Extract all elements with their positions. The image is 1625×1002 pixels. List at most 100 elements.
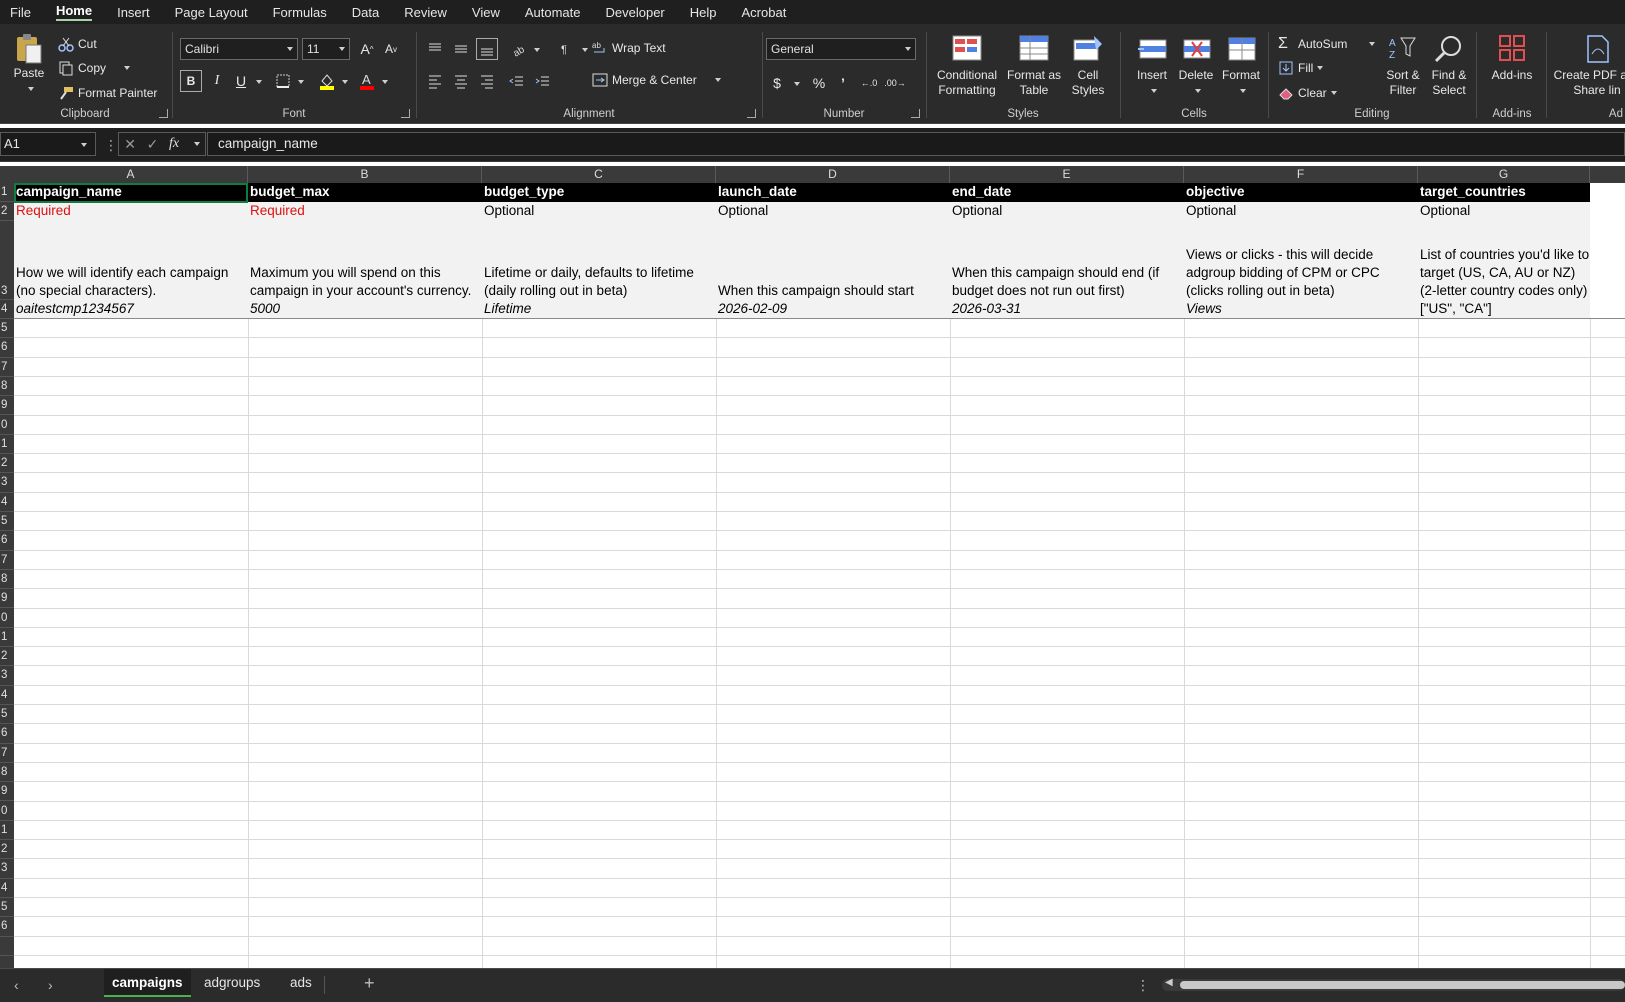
row-header[interactable]: 2 <box>0 647 14 667</box>
cell-c3[interactable]: Lifetime or daily, defaults to lifetime … <box>482 221 716 300</box>
font-color-caret-icon[interactable] <box>382 80 388 84</box>
menu-formulas[interactable]: Formulas <box>273 5 327 20</box>
cell-b4[interactable]: 5000 <box>248 300 482 318</box>
cell-g1[interactable]: target_countries <box>1418 183 1590 201</box>
cell-f2[interactable]: Optional <box>1184 202 1418 220</box>
formula-input[interactable]: campaign_name <box>207 132 1625 156</box>
row-header[interactable]: 9 <box>0 396 14 416</box>
row-header[interactable]: 9 <box>0 782 14 802</box>
bold-button[interactable]: B <box>180 70 202 92</box>
row-header[interactable]: 5 <box>0 319 14 339</box>
cut-button[interactable]: Cut <box>58 36 97 52</box>
row-header[interactable]: 4 <box>0 300 14 319</box>
cell-e1[interactable]: end_date <box>950 183 1184 201</box>
cell-c4[interactable]: Lifetime <box>482 300 716 318</box>
row-header[interactable]: 6 <box>0 338 14 358</box>
cancel-icon[interactable]: ✕ <box>124 136 136 153</box>
autosum-caret-icon[interactable] <box>1369 42 1376 46</box>
row-header[interactable]: 3 <box>0 473 14 493</box>
increase-font-icon[interactable]: A ^ <box>356 38 378 60</box>
cell-a4[interactable]: oaitestcmp1234567 <box>14 300 248 318</box>
select-all-corner[interactable] <box>0 166 14 183</box>
align-left-icon[interactable] <box>424 70 446 92</box>
align-center-icon[interactable] <box>450 70 472 92</box>
currency-icon[interactable]: $ <box>766 72 788 94</box>
sheet-tab-adgroups[interactable]: adgroups <box>196 969 268 997</box>
row-header[interactable]: 0 <box>0 609 14 628</box>
fx-caret-icon[interactable] <box>193 142 200 146</box>
row-header[interactable]: 8 <box>0 570 14 590</box>
row-header[interactable]: 0 <box>0 802 14 821</box>
sheet-tab-ads[interactable]: ads <box>282 969 320 997</box>
wrap-text-button[interactable]: ab Wrap Text <box>592 40 666 56</box>
clear-caret-icon[interactable] <box>1330 91 1337 95</box>
alignment-launcher-icon[interactable] <box>747 109 756 118</box>
autosum-button[interactable]: Σ AutoSum <box>1278 36 1376 52</box>
decrease-indent-icon[interactable] <box>506 70 528 92</box>
fill-color-caret-icon[interactable] <box>342 80 348 84</box>
row-header[interactable]: 2 <box>0 840 14 860</box>
align-bottom-icon[interactable] <box>476 38 498 60</box>
row-header[interactable]: 8 <box>0 763 14 783</box>
column-header-f[interactable]: F <box>1184 166 1418 183</box>
cell-g4[interactable]: ["US", "CA"] <box>1418 300 1590 318</box>
row-header[interactable]: 4 <box>0 493 14 512</box>
more-options-icon[interactable]: ⋮ <box>104 137 118 154</box>
menu-home[interactable]: Home <box>55 3 93 21</box>
delete-cells-button[interactable]: Delete <box>1176 34 1216 98</box>
row-header[interactable] <box>0 937 14 956</box>
sort-filter-button[interactable]: AZ Sort & Filter <box>1382 34 1424 98</box>
clear-button[interactable]: Clear <box>1278 85 1337 101</box>
conditional-formatting-button[interactable]: Conditional Formatting <box>930 34 1004 98</box>
paste-button[interactable]: Paste <box>8 32 50 96</box>
row-header[interactable]: 5 <box>0 512 14 532</box>
row-header[interactable]: 6 <box>0 917 14 937</box>
horizontal-scrollbar[interactable]: ◀ <box>1162 977 1625 991</box>
cell-b1[interactable]: budget_max <box>248 183 482 201</box>
number-format-select[interactable]: General <box>766 38 916 60</box>
row-header[interactable]: 0 <box>0 416 14 435</box>
clipboard-launcher-icon[interactable] <box>159 109 168 118</box>
increase-indent-icon[interactable] <box>532 70 554 92</box>
insert-function-icon[interactable]: fx <box>169 136 179 152</box>
menu-data[interactable]: Data <box>352 5 379 20</box>
align-middle-icon[interactable] <box>450 38 472 60</box>
previous-sheet-icon[interactable]: ‹ <box>14 977 19 993</box>
create-pdf-button[interactable]: Create PDF and Share lin <box>1552 34 1625 98</box>
font-launcher-icon[interactable] <box>401 109 410 118</box>
orientation-caret-icon[interactable] <box>534 48 540 52</box>
row-header[interactable]: 9 <box>0 589 14 609</box>
row-header[interactable]: 6 <box>0 531 14 551</box>
font-size-select[interactable]: 11 <box>302 38 350 60</box>
cell-c2[interactable]: Optional <box>482 202 716 220</box>
cell-d2[interactable]: Optional <box>716 202 950 220</box>
cell-a1[interactable]: campaign_name <box>14 183 248 201</box>
scrollbar-thumb[interactable] <box>1180 981 1625 989</box>
row-header[interactable]: 2 <box>0 454 14 474</box>
cell-f4[interactable]: Views <box>1184 300 1418 318</box>
enter-check-icon[interactable]: ✓ <box>147 136 159 153</box>
cell-e2[interactable]: Optional <box>950 202 1184 220</box>
row-header[interactable]: 5 <box>0 898 14 918</box>
row-header[interactable]: 2 <box>0 202 14 221</box>
borders-icon[interactable] <box>272 70 294 92</box>
addins-button[interactable]: Add-ins <box>1484 34 1540 83</box>
cell-styles-button[interactable]: Cell Styles <box>1062 34 1114 98</box>
orientation-icon[interactable]: ab <box>508 38 530 60</box>
font-color-icon[interactable]: A <box>356 70 378 92</box>
row-header[interactable]: 4 <box>0 879 14 898</box>
cell-f3[interactable]: Views or clicks - this will decide adgro… <box>1184 221 1418 300</box>
comma-style-icon[interactable]: ’ <box>832 72 854 94</box>
number-launcher-icon[interactable] <box>911 109 920 118</box>
menu-review[interactable]: Review <box>404 5 447 20</box>
menu-acrobat[interactable]: Acrobat <box>742 5 787 20</box>
row-header[interactable]: 7 <box>0 551 14 570</box>
underline-caret-icon[interactable] <box>256 80 262 84</box>
align-top-icon[interactable] <box>424 38 446 60</box>
merge-caret-icon[interactable] <box>714 78 721 82</box>
menu-developer[interactable]: Developer <box>606 5 665 20</box>
row-header[interactable]: 7 <box>0 744 14 763</box>
row-header[interactable]: 6 <box>0 724 14 744</box>
menu-page-layout[interactable]: Page Layout <box>175 5 248 20</box>
increase-decimal-icon[interactable]: ←.0 <box>858 72 880 94</box>
